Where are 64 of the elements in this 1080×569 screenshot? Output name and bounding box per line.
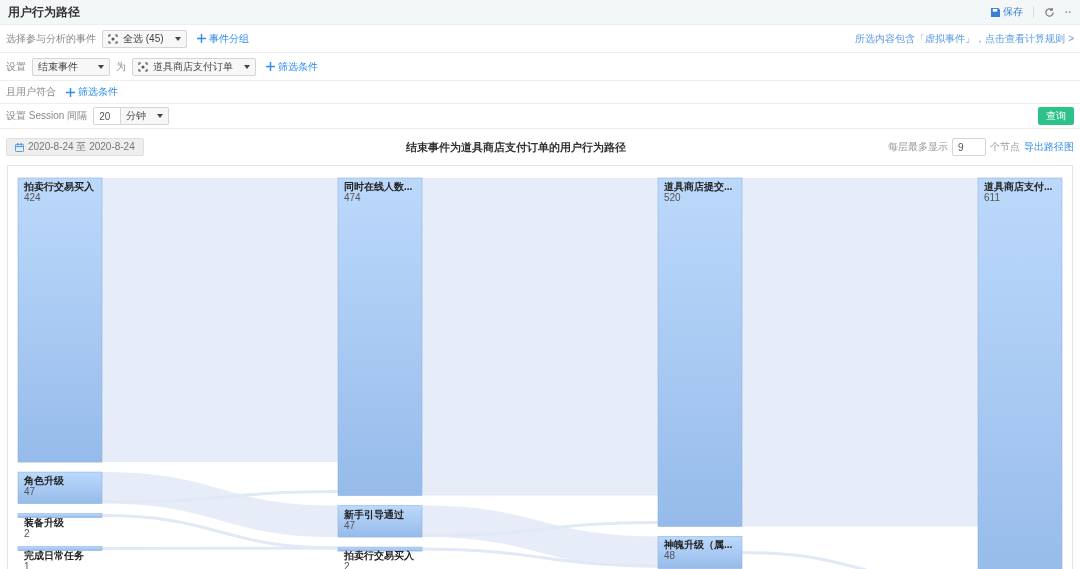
path-node[interactable] (337, 546, 423, 552)
node-label: 拍卖行交易买入 (24, 181, 94, 192)
caret-icon (98, 64, 104, 69)
path-node[interactable] (17, 177, 103, 463)
save-button[interactable]: 保存 (991, 5, 1023, 19)
page-title: 用户行为路径 (8, 3, 81, 21)
path-node[interactable] (657, 177, 743, 527)
node-label: 神魄升级（属... (664, 539, 733, 551)
plus-icon (196, 34, 206, 43)
plus-icon (266, 62, 275, 71)
calendar-icon (15, 142, 24, 152)
refresh-icon[interactable] (1044, 6, 1055, 18)
caret-icon (174, 36, 181, 41)
event-select[interactable]: 道具商店支付订单 (132, 57, 256, 76)
event-select[interactable]: 全选 (45) (102, 29, 187, 48)
scatter-icon (108, 33, 118, 44)
field-label: 每层最多显示 (888, 140, 948, 154)
field-label: 设置 Session 间隔 (6, 109, 88, 123)
node-count: 47 (344, 519, 356, 531)
plus-icon (66, 87, 75, 97)
export-link[interactable]: 导出路径图 (1024, 140, 1074, 154)
node-count: 474 (344, 192, 361, 203)
field-label: 且用户符合 (6, 85, 56, 99)
node-count: 2 (24, 527, 30, 539)
unit-select[interactable]: 分钟 (121, 107, 170, 125)
node-limit-field[interactable]: 9 (952, 138, 986, 156)
field-label: 设置 (6, 59, 26, 74)
path-node[interactable] (17, 471, 103, 504)
node-count: 520 (664, 192, 681, 203)
path-node[interactable] (17, 513, 103, 518)
path-node[interactable] (657, 536, 743, 569)
filter-link[interactable]: 筛选条件 (262, 59, 322, 74)
more-icon[interactable] (1065, 10, 1072, 14)
node-label: 同时在线人数... (344, 181, 413, 192)
event-group-link[interactable]: 事件分组 (192, 31, 253, 46)
path-node[interactable] (17, 546, 103, 551)
node-count: 611 (984, 192, 1000, 203)
chart-title: 结束事件为道具商店支付订单的用户行为路径 (404, 139, 627, 155)
caret-icon (244, 64, 250, 69)
node-label: 道具商店提交... (664, 181, 733, 192)
type-select[interactable]: 结束事件 (32, 57, 110, 76)
path-node[interactable] (337, 505, 423, 538)
node-label: 拍卖行交易买入 (344, 550, 414, 562)
filter-link[interactable]: 筛选条件 (62, 85, 122, 99)
interval-field[interactable]: 20 (93, 107, 122, 125)
query-button[interactable]: 查询 (1038, 107, 1074, 125)
node-label: 新手引导通过 (344, 508, 404, 520)
node-label: 装备升级 (24, 516, 64, 528)
node-count: 1 (24, 560, 30, 569)
scatter-icon (138, 61, 148, 72)
node-label: 角色升级 (24, 475, 64, 487)
node-count: 48 (664, 550, 676, 562)
unit-text: 个节点 (990, 140, 1020, 154)
node-count: 424 (24, 192, 41, 203)
caret-icon (157, 114, 164, 118)
node-label: 完成日常任务 (24, 549, 84, 561)
date-range-picker[interactable]: 2020-8-24 至 2020-8-24 (6, 138, 144, 156)
connector-text: 为 (116, 59, 126, 74)
save-icon (991, 7, 1000, 17)
rules-link[interactable]: 所选内容包含「虚拟事件」，点击查看计算规则 > (855, 31, 1074, 46)
path-node[interactable] (337, 177, 423, 496)
node-label: 道具商店支付... (984, 181, 1053, 192)
field-label: 选择参与分析的事件 (6, 31, 96, 46)
node-count: 47 (24, 486, 36, 498)
